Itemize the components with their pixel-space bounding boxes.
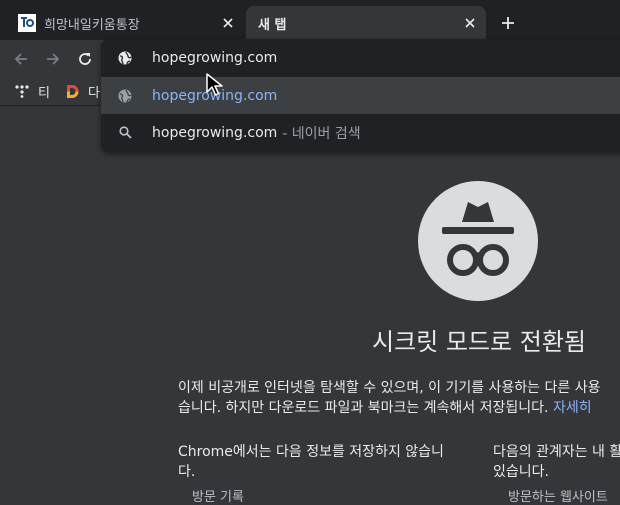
page-title: 시크릿 모드로 전환됨 xyxy=(372,328,586,356)
visible-to-heading: 다음의 관계자는 내 활 있습니다. xyxy=(493,442,620,482)
tab-strip: 희망내일키움통장 새 탭 xyxy=(0,0,620,40)
tab-title: 새 탭 xyxy=(258,17,287,33)
globe-icon xyxy=(117,88,133,104)
list-item: 방문 기록 xyxy=(192,490,244,505)
tab-title: 희망내일키움통장 xyxy=(44,17,140,33)
learn-more-link[interactable]: 자세히 xyxy=(553,400,592,416)
mouse-cursor-icon xyxy=(205,72,227,98)
list-item: 방문하는 웹사이트 xyxy=(508,490,608,505)
close-icon[interactable] xyxy=(218,13,238,33)
suggestion-row[interactable]: hopegrowing.com - 네이버 검색 xyxy=(101,114,620,151)
bookmark-item[interactable]: 다 xyxy=(64,81,100,101)
description-line: 이제 비공개로 인터넷을 탐색할 수 있으며, 이 기기를 사용하는 다른 사용 xyxy=(178,380,601,396)
tistory-icon xyxy=(14,83,30,99)
suggestion-engine: - 네이버 검색 xyxy=(282,125,361,142)
heading-line: Chrome에서는 다음 정보를 저장하지 않습니 xyxy=(178,444,444,460)
reload-button[interactable] xyxy=(74,48,96,70)
suggestion-query: hopegrowing.com xyxy=(152,124,278,141)
site-favicon-icon xyxy=(18,14,36,32)
reload-icon xyxy=(79,53,91,65)
heading-line: 다음의 관계자는 내 활 xyxy=(493,444,620,460)
incognito-description: 이제 비공개로 인터넷을 탐색할 수 있으며, 이 기기를 사용하는 다른 사용… xyxy=(178,378,620,418)
tab-active[interactable]: 새 탭 xyxy=(246,6,486,40)
omnibox-dropdown: hopegrowing.com hopegrowing.com hopegrow… xyxy=(101,39,620,152)
search-icon xyxy=(117,125,133,141)
tab-inactive[interactable]: 희망내일키움통장 xyxy=(8,6,244,40)
description-line: 습니다. 하지만 다운로드 파일과 북마크는 계속해서 저장됩니다. 자세히 xyxy=(178,400,592,416)
back-button[interactable] xyxy=(10,48,32,70)
not-saved-heading: Chrome에서는 다음 정보를 저장하지 않습니 다. xyxy=(178,442,468,482)
bookmark-item[interactable]: 티 xyxy=(14,81,50,101)
suggestion-row[interactable]: hopegrowing.com xyxy=(101,77,620,114)
arrow-right-icon xyxy=(47,53,60,65)
forward-button[interactable] xyxy=(42,48,64,70)
incognito-icon xyxy=(418,181,538,301)
bookmark-label: 티 xyxy=(38,85,50,101)
arrow-left-icon xyxy=(14,53,27,65)
daum-icon xyxy=(64,83,80,99)
close-icon[interactable] xyxy=(460,13,480,33)
globe-icon xyxy=(117,50,133,66)
address-input[interactable]: hopegrowing.com xyxy=(152,50,277,66)
heading-line: 있습니다. xyxy=(493,464,549,480)
bookmark-label: 다 xyxy=(88,85,100,101)
new-tab-button[interactable] xyxy=(498,13,518,33)
heading-line: 다. xyxy=(178,464,196,480)
address-bar[interactable]: hopegrowing.com xyxy=(101,39,620,76)
